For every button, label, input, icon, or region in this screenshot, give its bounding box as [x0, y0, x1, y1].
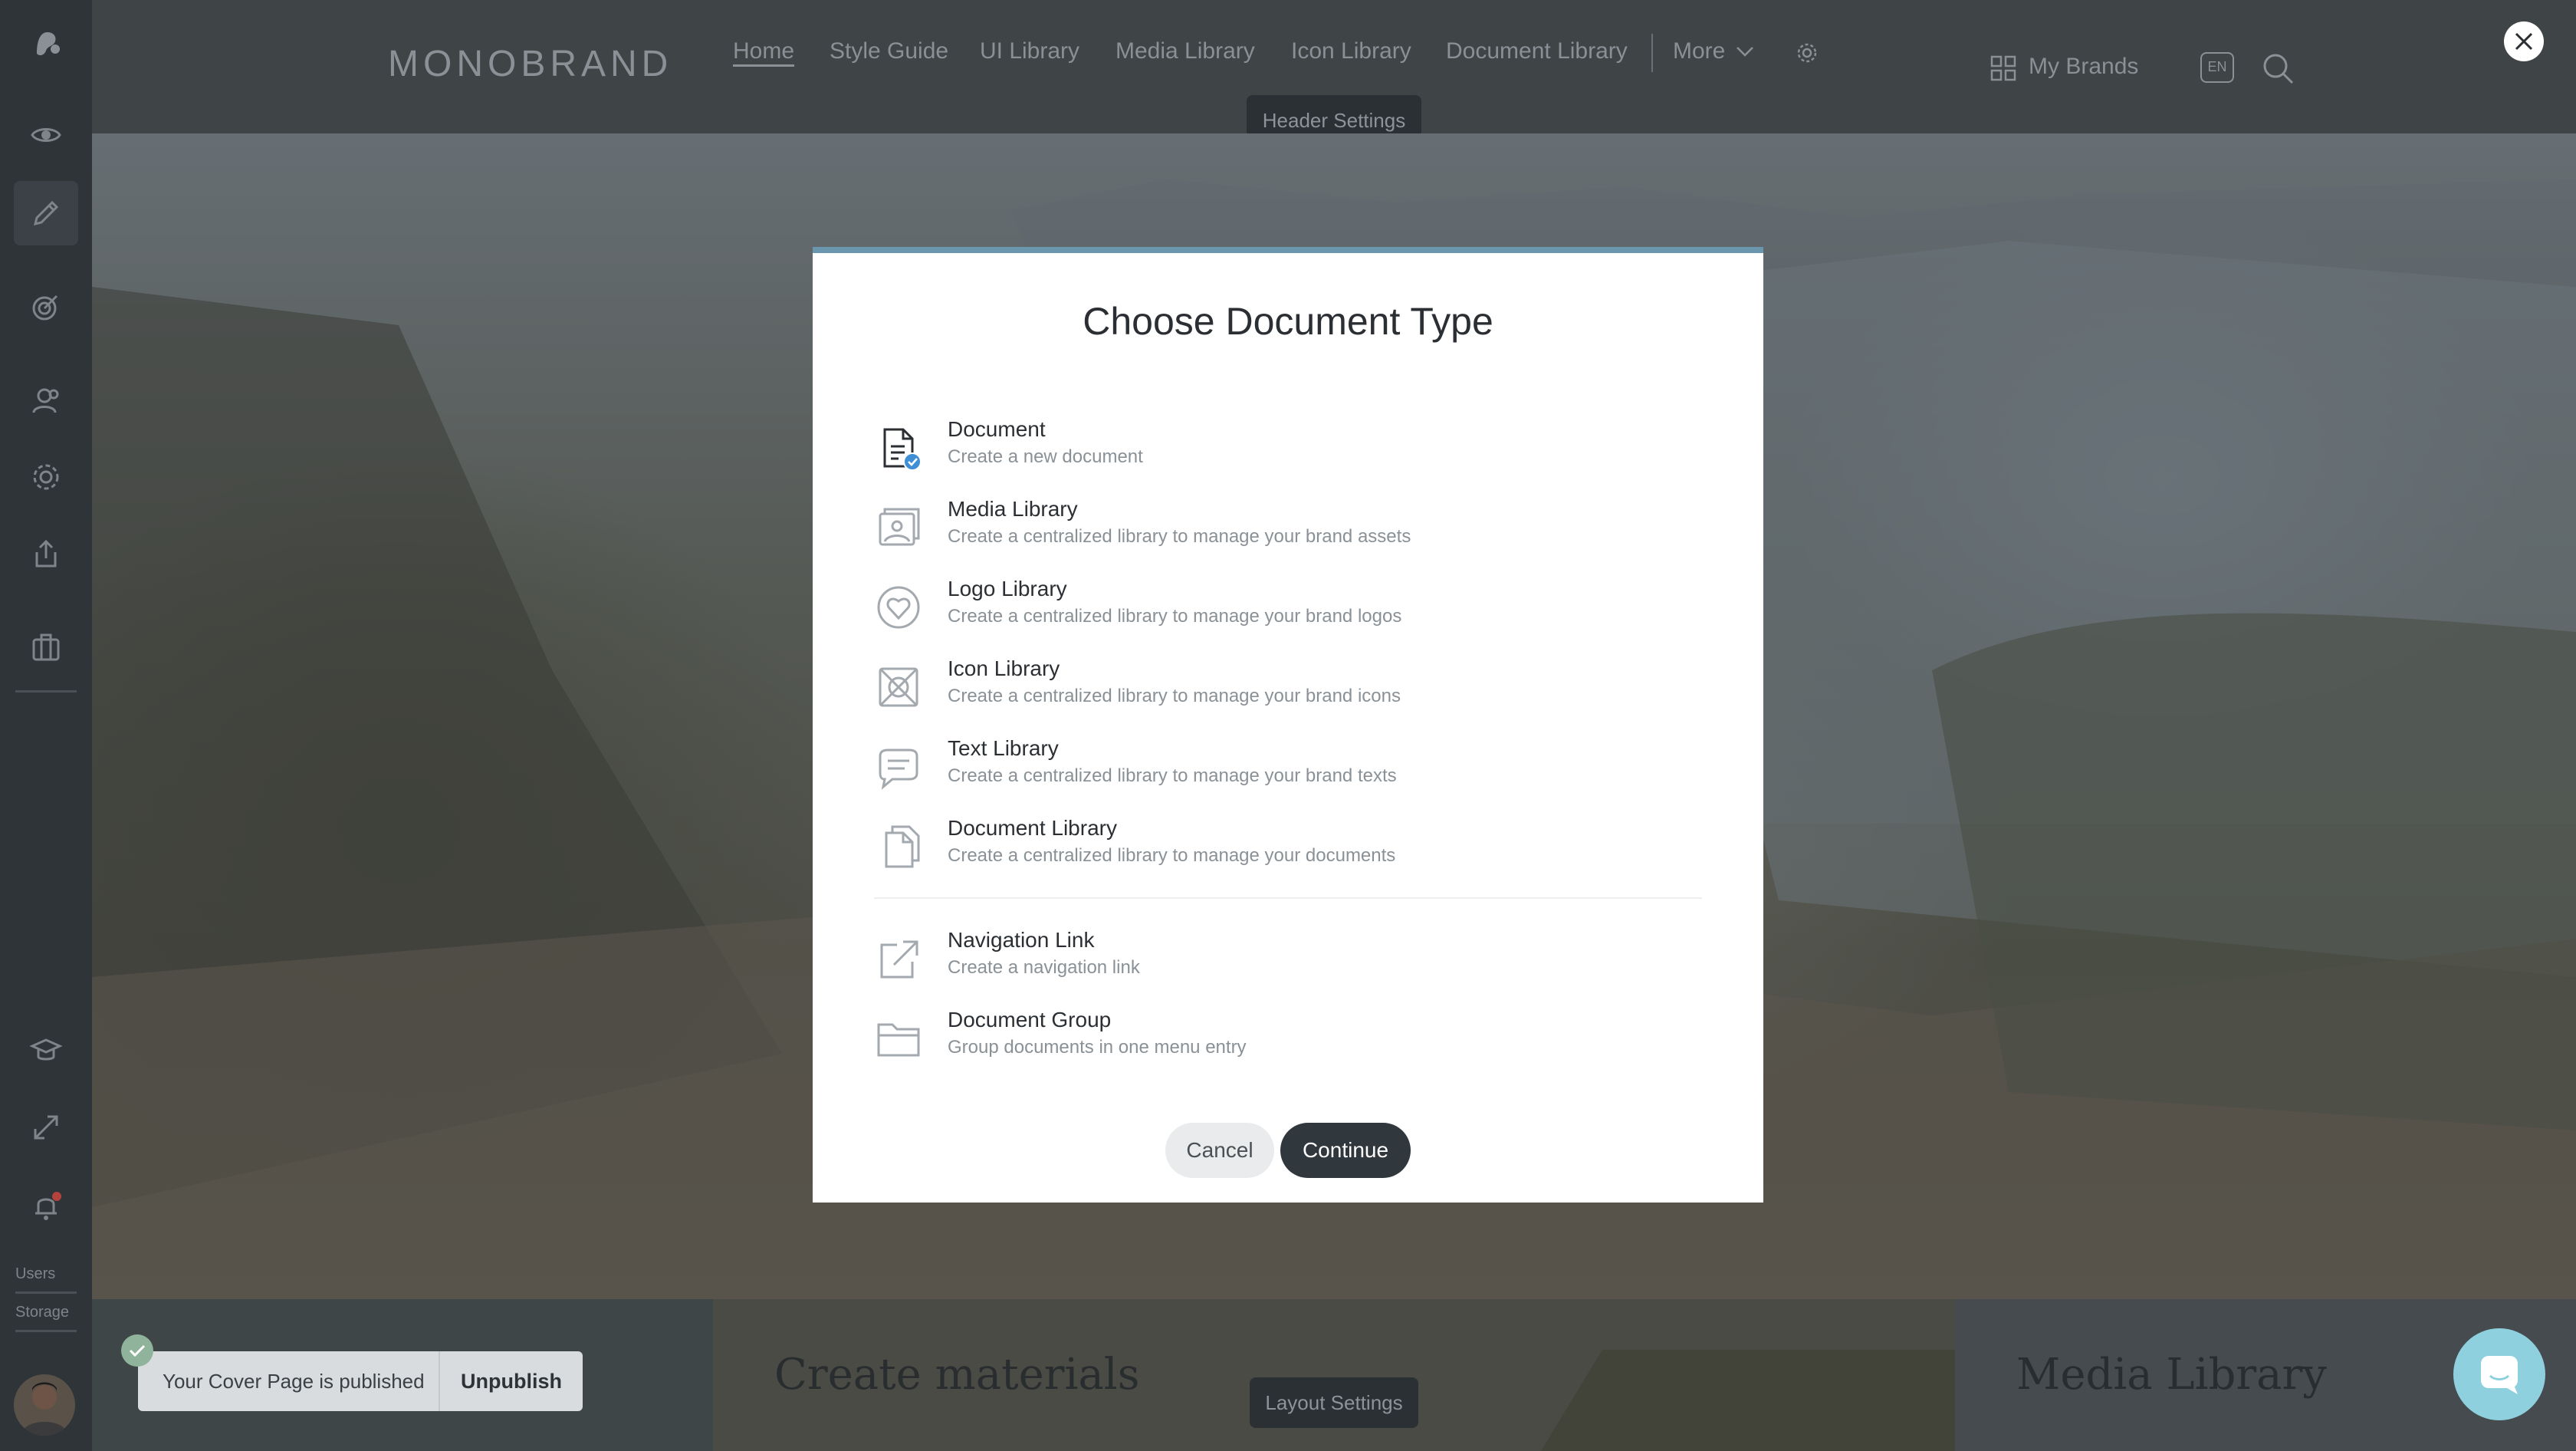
option-description: Create a navigation link	[948, 957, 1140, 978]
academy-cap-icon[interactable]	[14, 1018, 78, 1083]
option-title: Media Library	[948, 497, 1078, 521]
unpublish-button[interactable]: Unpublish	[440, 1351, 583, 1411]
storage-quota-label: Storage	[15, 1304, 70, 1321]
text-library-icon	[874, 742, 923, 791]
header-settings-gear-icon[interactable]	[1796, 41, 1819, 64]
edit-pencil-icon[interactable]	[14, 181, 78, 245]
option-icon-library[interactable]: Icon Library Create a centralized librar…	[874, 653, 1702, 727]
toast-message: Your Cover Page is published	[163, 1370, 425, 1393]
option-description: Group documents in one menu entry	[948, 1037, 1247, 1058]
folder-icon	[874, 1014, 923, 1063]
document-icon	[874, 423, 923, 472]
settings-gear-icon[interactable]	[14, 445, 78, 509]
continue-button[interactable]: Continue	[1280, 1123, 1411, 1178]
options-divider	[874, 897, 1702, 899]
nav-document-library[interactable]: Document Library	[1446, 38, 1628, 64]
option-text-library[interactable]: Text Library Create a centralized librar…	[874, 733, 1702, 807]
nav-style-guide[interactable]: Style Guide	[830, 38, 948, 64]
users-quota-label: Users	[15, 1265, 56, 1282]
my-brands-link[interactable]: My Brands	[2029, 54, 2138, 80]
publish-status-toast: Your Cover Page is published Unpublish	[138, 1351, 583, 1411]
media-library-icon	[874, 503, 923, 552]
bottom-tile-create[interactable]: Create materials	[713, 1299, 1955, 1451]
icon-library-icon	[874, 663, 923, 712]
option-logo-library[interactable]: Logo Library Create a centralized librar…	[874, 574, 1702, 647]
user-avatar[interactable]	[14, 1374, 75, 1436]
nav-media-library[interactable]: Media Library	[1116, 38, 1255, 64]
option-title: Text Library	[948, 736, 1059, 760]
share-export-icon[interactable]	[14, 522, 78, 586]
option-description: Create a centralized library to manage y…	[948, 526, 1411, 547]
option-title: Document Library	[948, 816, 1117, 840]
language-switch[interactable]: EN	[2200, 52, 2234, 83]
chevron-down-icon[interactable]	[1736, 46, 1754, 58]
option-media-library[interactable]: Media Library Create a centralized libra…	[874, 494, 1702, 568]
preview-eye-icon[interactable]	[14, 103, 78, 167]
choose-document-type-modal: Choose Document Type Document Create a n…	[813, 247, 1763, 1203]
app-sidebar: Users Storage	[0, 0, 94, 1451]
layout-settings-button[interactable]: Layout Settings	[1250, 1377, 1418, 1428]
option-description: Create a centralized library to manage y…	[948, 845, 1396, 866]
nav-ui-library[interactable]: UI Library	[980, 38, 1079, 64]
document-library-icon	[874, 822, 923, 871]
option-description: Create a centralized library to manage y…	[948, 606, 1402, 627]
close-icon	[2515, 32, 2533, 51]
search-icon[interactable]	[2260, 51, 2295, 86]
option-title: Document	[948, 417, 1046, 441]
nav-more[interactable]: More	[1673, 38, 1725, 64]
notifications-bell-icon[interactable]	[14, 1173, 78, 1238]
option-description: Create a centralized library to manage y…	[948, 765, 1397, 786]
fullscreen-expand-icon[interactable]	[14, 1095, 78, 1160]
logo-library-icon	[874, 583, 923, 632]
option-title: Navigation Link	[948, 928, 1095, 952]
nav-divider	[1651, 34, 1653, 72]
target-icon[interactable]	[14, 275, 78, 339]
grid-icon[interactable]	[1990, 55, 2016, 81]
option-title: Document Group	[948, 1008, 1112, 1031]
support-chat-button[interactable]	[2453, 1328, 2545, 1420]
brand-logo[interactable]: MONOBRAND	[388, 43, 672, 85]
chat-icon	[2481, 1356, 2518, 1394]
close-modal-button[interactable]	[2504, 21, 2544, 61]
media-library-tile-title: Media Library	[2016, 1350, 2327, 1400]
option-title: Icon Library	[948, 656, 1060, 680]
sidebar-divider	[15, 690, 77, 693]
option-description: Create a new document	[948, 446, 1143, 467]
nav-icon-library[interactable]: Icon Library	[1291, 38, 1411, 64]
users-icon[interactable]	[14, 368, 78, 433]
cancel-button[interactable]: Cancel	[1165, 1123, 1274, 1178]
option-document-group[interactable]: Document Group Group documents in one me…	[874, 1005, 1702, 1078]
published-check-icon	[121, 1334, 153, 1367]
option-document-library[interactable]: Document Library Create a centralized li…	[874, 813, 1702, 887]
modal-title: Choose Document Type	[1083, 300, 1493, 343]
option-description: Create a centralized library to manage y…	[948, 686, 1401, 706]
storage-quota-bar	[15, 1330, 77, 1332]
app-logo-icon[interactable]	[14, 11, 78, 75]
users-quota-bar	[15, 1291, 77, 1294]
option-document[interactable]: Document Create a new document	[874, 414, 1702, 488]
nav-home[interactable]: Home	[733, 38, 794, 64]
briefcase-icon[interactable]	[14, 615, 78, 679]
external-link-icon	[874, 934, 923, 983]
option-title: Logo Library	[948, 577, 1067, 600]
option-navigation-link[interactable]: Navigation Link Create a navigation link	[874, 925, 1702, 999]
